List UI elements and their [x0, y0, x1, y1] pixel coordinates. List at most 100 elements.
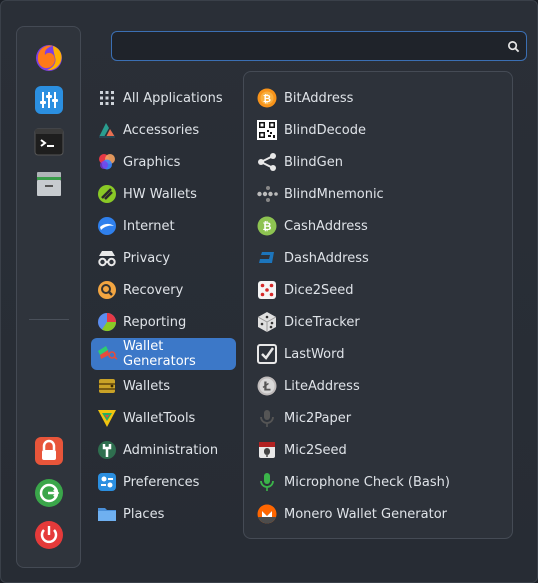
app-blindgen[interactable]: BlindGen — [256, 146, 506, 178]
reporting-icon — [96, 311, 118, 333]
search-box[interactable] — [111, 31, 527, 61]
category-label: Places — [123, 506, 165, 522]
app-label: BlindMnemonic — [284, 186, 384, 202]
favorites-bar — [16, 26, 81, 568]
administration-icon — [96, 439, 118, 461]
app-label: BitAddress — [284, 90, 354, 106]
category-label: Wallet Generators — [123, 339, 196, 369]
checkbox-icon — [256, 343, 278, 365]
category-label: Administration — [123, 442, 219, 458]
category-wallettools[interactable]: WalletTools — [91, 402, 236, 434]
terminal-icon[interactable] — [33, 126, 65, 158]
category-label: Preferences — [123, 474, 200, 490]
app-label: CashAddress — [284, 218, 368, 234]
app-dice2seed[interactable]: Dice2Seed — [256, 274, 506, 306]
svg-text:Ł: Ł — [262, 380, 271, 394]
svg-text:₿: ₿ — [263, 220, 272, 233]
app-label: Dice2Seed — [284, 282, 354, 298]
share-icon — [256, 151, 278, 173]
category-hw-wallets[interactable]: HW Wallets — [91, 178, 236, 210]
app-lastword[interactable]: LastWord — [256, 338, 506, 370]
bitcoin-cash-icon: ₿ — [256, 215, 278, 237]
category-all-applications[interactable]: All Applications — [91, 82, 236, 114]
app-label: BlindDecode — [284, 122, 366, 138]
category-administration[interactable]: Administration — [91, 434, 236, 466]
app-microphone-check-bash[interactable]: Microphone Check (Bash) — [256, 466, 506, 498]
category-places[interactable]: Places — [91, 498, 236, 530]
category-preferences[interactable]: Preferences — [91, 466, 236, 498]
category-label: WalletTools — [123, 410, 196, 426]
qr-code-icon — [256, 119, 278, 141]
favorites-separator — [29, 319, 69, 320]
svg-text:₿: ₿ — [263, 93, 271, 105]
app-label: Microphone Check (Bash) — [284, 474, 450, 490]
microphone-check-icon — [256, 471, 278, 493]
category-graphics[interactable]: Graphics — [91, 146, 236, 178]
category-wallet-generators[interactable]: Wallet Generators — [91, 338, 236, 370]
dash-icon — [256, 247, 278, 269]
litecoin-icon: Ł — [256, 375, 278, 397]
firefox-icon[interactable] — [33, 42, 65, 74]
file-manager-icon[interactable] — [33, 168, 65, 200]
mic2seed-icon — [256, 439, 278, 461]
category-list: All Applications Accessories Graphics HW Wa… — [91, 82, 236, 530]
wallettools-icon — [96, 407, 118, 429]
app-blinddecode[interactable]: BlindDecode — [256, 114, 506, 146]
category-label: Internet — [123, 218, 175, 234]
privacy-icon — [96, 247, 118, 269]
microphone-icon — [256, 407, 278, 429]
app-label: LiteAddress — [284, 378, 360, 394]
bitaddress-icon: ₿ — [256, 87, 278, 109]
category-reporting[interactable]: Reporting — [91, 306, 236, 338]
category-label: Accessories — [123, 122, 200, 138]
grid-icon — [96, 87, 118, 109]
category-label: Wallets — [123, 378, 171, 394]
app-label: Mic2Paper — [284, 410, 352, 426]
application-list-panel: ₿ BitAddress BlindDecode BlindGen BlindMnemo… — [243, 71, 513, 539]
search-icon — [508, 41, 520, 53]
category-recovery[interactable]: Recovery — [91, 274, 236, 306]
power-icon[interactable] — [33, 519, 65, 551]
category-label: Privacy — [123, 250, 171, 266]
app-cashaddress[interactable]: ₿ CashAddress — [256, 210, 506, 242]
category-label: Reporting — [123, 314, 187, 330]
app-dashaddress[interactable]: DashAddress — [256, 242, 506, 274]
application-list: ₿ BitAddress BlindDecode BlindGen BlindMnemo… — [256, 82, 506, 530]
lock-icon[interactable] — [33, 435, 65, 467]
accessories-icon — [96, 119, 118, 141]
app-bitaddress[interactable]: ₿ BitAddress — [256, 82, 506, 114]
category-privacy[interactable]: Privacy — [91, 242, 236, 274]
app-liteaddress[interactable]: Ł LiteAddress — [256, 370, 506, 402]
settings-mixer-icon[interactable] — [33, 84, 65, 116]
app-mic2seed[interactable]: Mic2Seed — [256, 434, 506, 466]
app-label: BlindGen — [284, 154, 343, 170]
wallet-generators-icon — [96, 343, 118, 365]
app-label: DiceTracker — [284, 314, 360, 330]
app-label: DashAddress — [284, 250, 369, 266]
preferences-icon — [96, 471, 118, 493]
dice-tracker-icon — [256, 311, 278, 333]
graphics-icon — [96, 151, 118, 173]
dice-icon — [256, 279, 278, 301]
internet-icon — [96, 215, 118, 237]
app-dicetracker[interactable]: DiceTracker — [256, 306, 506, 338]
app-monero-wallet-generator[interactable]: Monero Wallet Generator — [256, 498, 506, 530]
category-label: All Applications — [123, 90, 223, 106]
category-label: Graphics — [123, 154, 181, 170]
category-label: Recovery — [123, 282, 184, 298]
app-blindmnemonic[interactable]: BlindMnemonic — [256, 178, 506, 210]
search-input[interactable] — [118, 36, 498, 56]
hw-wallets-icon — [96, 183, 118, 205]
wallets-icon — [96, 375, 118, 397]
folder-icon — [96, 503, 118, 525]
app-mic2paper[interactable]: Mic2Paper — [256, 402, 506, 434]
app-label: Monero Wallet Generator — [284, 506, 448, 522]
mnemonic-icon — [256, 183, 278, 205]
category-internet[interactable]: Internet — [91, 210, 236, 242]
application-menu: All Applications Accessories Graphics HW Wa… — [0, 0, 538, 583]
category-wallets[interactable]: Wallets — [91, 370, 236, 402]
category-accessories[interactable]: Accessories — [91, 114, 236, 146]
logout-icon[interactable] — [33, 477, 65, 509]
app-label: Mic2Seed — [284, 442, 347, 458]
recovery-icon — [96, 279, 118, 301]
